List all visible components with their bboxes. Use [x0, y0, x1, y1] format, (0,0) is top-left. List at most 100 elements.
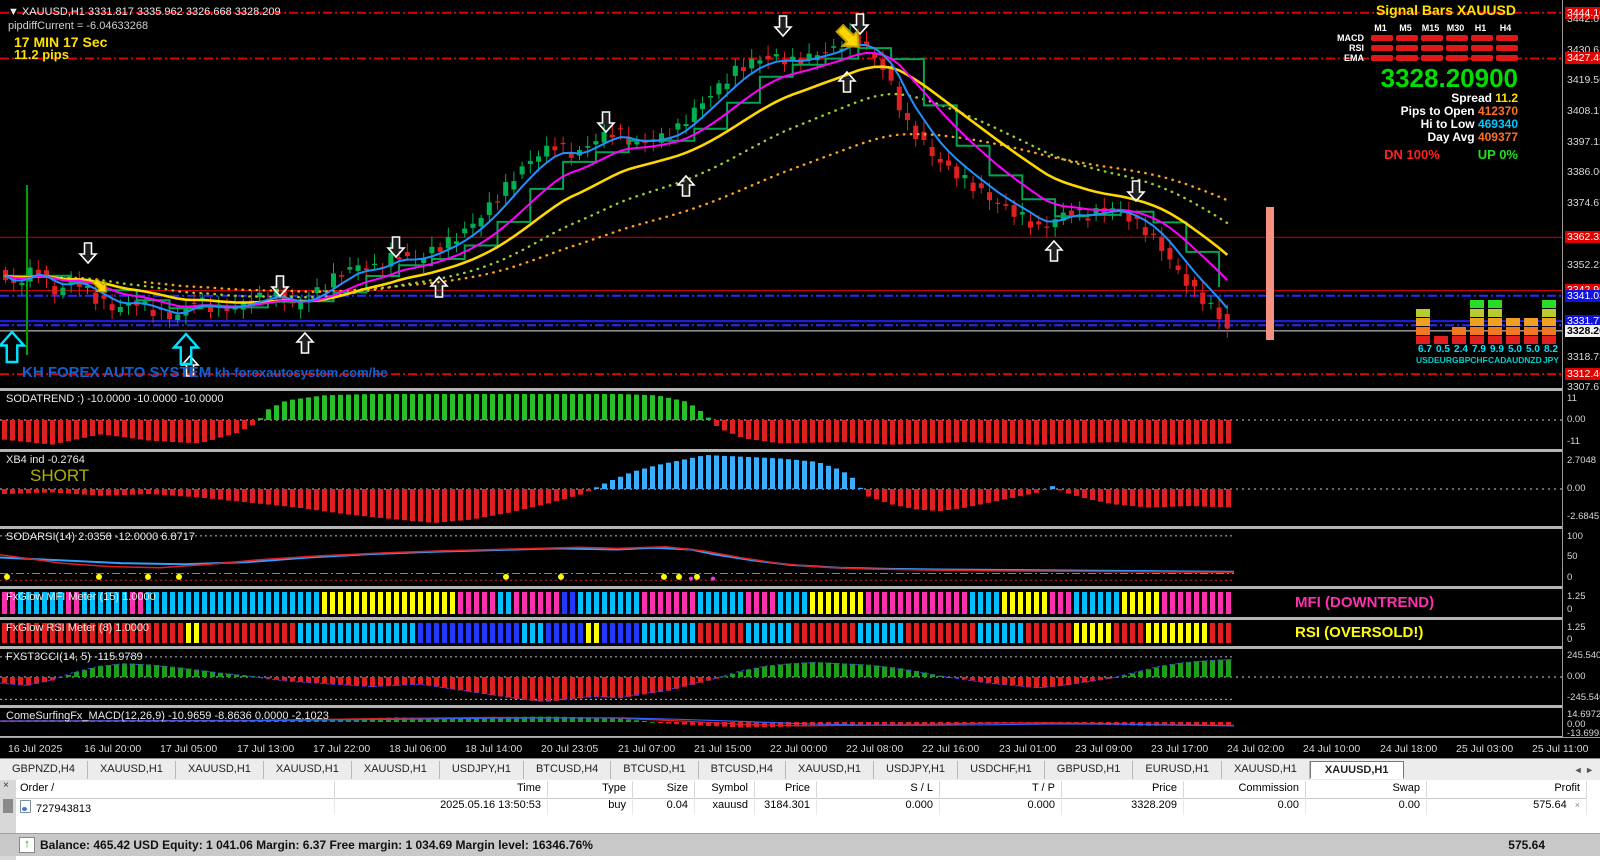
indicator-window-sodatrend[interactable]: SODATREND :) -10.0000 -10.0000 -10.0000 — [0, 391, 1562, 449]
main-chart[interactable]: ▼ XAUUSD,H1 3331.817 3335.962 3326.668 3… — [0, 0, 1562, 388]
signal-cell-sell — [1396, 45, 1418, 51]
strength-currency: NZD — [1524, 355, 1542, 365]
indicator-scale-label: -245.5406 — [1565, 692, 1600, 704]
chart-tab-xauusd-h1[interactable]: XAUUSD,H1 — [352, 761, 440, 779]
column-header-price[interactable]: Price — [1062, 781, 1184, 798]
chart-tab-xauusd-h1[interactable]: XAUUSD,H1 — [264, 761, 352, 779]
chart-tab-xauusd-h1[interactable]: XAUUSD,H1 — [1222, 761, 1310, 779]
strength-currency: AUD — [1506, 355, 1524, 365]
close-order-icon[interactable]: × — [1575, 800, 1580, 810]
column-header-type[interactable]: Type — [548, 781, 633, 798]
up-arrow-icon — [431, 277, 447, 297]
column-header-swap[interactable]: Swap — [1306, 781, 1427, 798]
signal-cell-sell — [1446, 35, 1468, 41]
orders-table-header[interactable]: Order /TimeTypeSizeSymbolPriceS / LT / P… — [16, 781, 1587, 799]
column-header-profit[interactable]: Profit — [1427, 781, 1587, 798]
price-axis-label: 3352.230 — [1565, 259, 1600, 271]
timeframe-header: H4 — [1493, 23, 1518, 33]
time-axis-label: 23 Jul 01:00 — [999, 743, 1056, 755]
order-cell: buy — [548, 798, 633, 815]
chart-tab-btcusd-h4[interactable]: BTCUSD,H4 — [699, 761, 786, 779]
pips-readout: 11.2 pips — [14, 47, 69, 62]
column-header-price[interactable]: Price — [755, 781, 817, 798]
window-separator[interactable] — [0, 388, 1562, 391]
time-axis-label: 21 Jul 15:00 — [694, 743, 751, 755]
signal-row-label: MACD — [1337, 33, 1364, 43]
chart-tab-usdjpy-h1[interactable]: USDJPY,H1 — [874, 761, 958, 779]
order-row[interactable]: 7279438132025.05.16 13:50:53buy0.04xauus… — [16, 798, 1587, 815]
indicator-window-mfi[interactable]: FxGlow MFI Meter (15) 1.0000MFI (DOWNTRE… — [0, 589, 1562, 617]
window-separator[interactable] — [0, 449, 1562, 452]
timeframe-header: M15 — [1418, 23, 1443, 33]
window-separator[interactable] — [0, 617, 1562, 620]
column-header-symbol[interactable]: Symbol — [695, 781, 755, 798]
balance-summary: Balance: 465.42 USD Equity: 1 041.06 Mar… — [40, 838, 593, 852]
signal-cell-sell — [1421, 45, 1443, 51]
chart-tab-usdjpy-h1[interactable]: USDJPY,H1 — [440, 761, 524, 779]
price-axis-label: 3328.209 — [1565, 325, 1600, 337]
chart-tab-gbpusd-h1[interactable]: GBPUSD,H1 — [1045, 761, 1134, 779]
indicator-scale-label: 0 — [1565, 634, 1574, 646]
tab-scroll-buttons[interactable]: ◄ ► — [1574, 765, 1594, 775]
strength-currency: GBP — [1452, 355, 1470, 365]
chart-tab-xauusd-h1[interactable]: XAUUSD,H1 — [1310, 761, 1404, 779]
chart-tab-gbpnzd-h4[interactable]: GBPNZD,H4 — [0, 761, 88, 779]
time-axis-label: 20 Jul 23:05 — [541, 743, 598, 755]
sodatrend-plot — [0, 391, 1562, 449]
column-header-size[interactable]: Size — [633, 781, 695, 798]
signal-row-label: RSI — [1349, 43, 1364, 53]
column-header-order-[interactable]: Order / — [16, 781, 335, 798]
indicator-scale-label: -2.6845 — [1565, 511, 1600, 523]
chart-tab-xauusd-h1[interactable]: XAUUSD,H1 — [88, 761, 176, 779]
indicator-window-cci[interactable]: FXST3CCI(14, 5) -115.9789 — [0, 649, 1562, 705]
time-axis[interactable]: 16 Jul 202516 Jul 20:0017 Jul 05:0017 Ju… — [0, 737, 1600, 759]
column-header-t-p[interactable]: T / P — [940, 781, 1062, 798]
signal-cell-sell — [1496, 55, 1518, 61]
signal-panel-title: Signal Bars XAUUSD — [1376, 2, 1516, 18]
column-header-s-l[interactable]: S / L — [817, 781, 940, 798]
terminal-close-icon[interactable]: × — [3, 781, 9, 791]
column-header-time[interactable]: Time — [335, 781, 548, 798]
indicator-window-sodarsi[interactable]: SODARSI(14) 2.0358 -12.0000 6.8717 — [0, 529, 1562, 586]
chart-tab-usdchf-h1[interactable]: USDCHF,H1 — [958, 761, 1045, 779]
chart-tab-btcusd-h1[interactable]: BTCUSD,H1 — [611, 761, 698, 779]
chart-tab-xauusd-h1[interactable]: XAUUSD,H1 — [786, 761, 874, 779]
order-cell: 0.04 — [633, 798, 695, 815]
balance-bar: ↑ Balance: 465.42 USD Equity: 1 041.06 M… — [0, 833, 1600, 856]
time-axis-label: 16 Jul 2025 — [8, 743, 62, 755]
strength-bars — [1416, 298, 1562, 344]
indicator-window-xb4[interactable]: XB4 ind -0.2764SHORT — [0, 452, 1562, 526]
indicator-window-rsi[interactable]: FxGlow RSI Meter (8) 1.0000RSI (OVERSOLD… — [0, 620, 1562, 646]
mt4-terminal: ▼ XAUUSD,H1 3331.817 3335.962 3326.668 3… — [0, 0, 1600, 860]
strength-bar — [1488, 299, 1502, 344]
row-selector-mark — [3, 799, 13, 813]
time-axis-label: 25 Jul 11:00 — [1532, 743, 1588, 755]
indicator-scale-label: 100 — [1565, 531, 1585, 543]
price-axis-label: 3341.036 — [1565, 290, 1600, 302]
price-axis[interactable]: 3444.1653442.0103430.6203427.4823419.565… — [1562, 0, 1600, 737]
signal-cell-sell — [1471, 55, 1493, 61]
strength-bar — [1434, 335, 1448, 344]
order-cell: 3328.209 — [1062, 798, 1184, 815]
indicator-scale-label: 0.00 — [1565, 483, 1588, 495]
up-arrow-icon — [297, 333, 313, 353]
currency-strength-meter: 6.70.52.47.99.95.05.08.2 USDEURGBPCHFCAD… — [1416, 298, 1562, 365]
cyan-signal-arrow-icon — [0, 332, 24, 362]
timeframe-header: M5 — [1393, 23, 1418, 33]
window-separator[interactable] — [0, 526, 1562, 529]
price-axis-label: 3427.482 — [1565, 52, 1600, 64]
strength-currencies: USDEURGBPCHFCADAUDNZDJPY — [1416, 355, 1562, 365]
indicator-scale-label: 0.00 — [1565, 414, 1588, 426]
signal-cell-sell — [1396, 55, 1418, 61]
indicator-scale-label: 245.5406 — [1565, 650, 1600, 662]
indicator-window-macd[interactable]: ComeSurfingFx_MACD(12,26,9) -10.9659 -8.… — [0, 708, 1562, 736]
chart-tab-btcusd-h4[interactable]: BTCUSD,H4 — [524, 761, 611, 779]
chart-tab-xauusd-h1[interactable]: XAUUSD,H1 — [176, 761, 264, 779]
column-header-commission[interactable]: Commission — [1184, 781, 1306, 798]
price-axis-label: 3362.320 — [1565, 231, 1600, 243]
signal-cell-sell — [1471, 45, 1493, 51]
chart-tab-eurusd-h1[interactable]: EURUSD,H1 — [1133, 761, 1222, 779]
window-separator[interactable] — [0, 705, 1562, 708]
window-separator[interactable] — [0, 586, 1562, 589]
window-separator[interactable] — [0, 646, 1562, 649]
